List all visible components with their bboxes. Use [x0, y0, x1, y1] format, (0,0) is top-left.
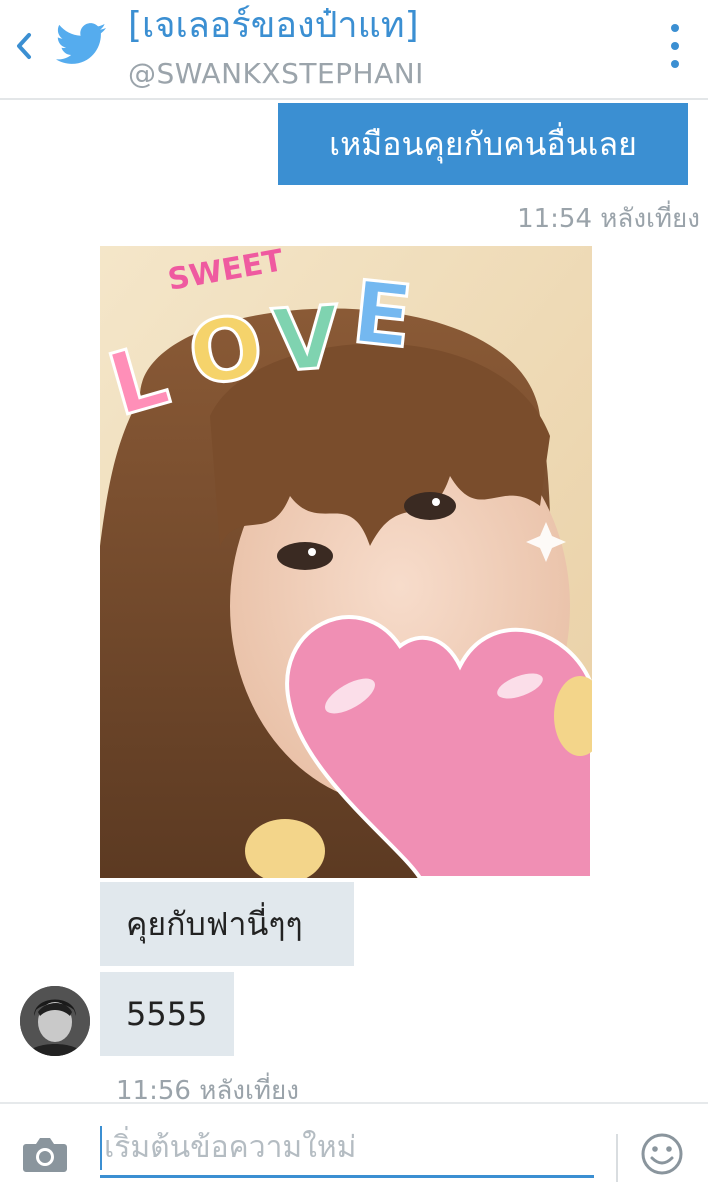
svg-text:E: E [348, 262, 417, 368]
emoji-button[interactable] [640, 1132, 684, 1176]
chevron-left-icon [17, 33, 31, 59]
smiley-icon [641, 1133, 683, 1175]
back-button[interactable] [8, 26, 40, 66]
menu-dot [671, 42, 679, 50]
conversation-handle: @SWANKXSTEPHANI [128, 57, 424, 90]
message-composer [0, 1102, 708, 1200]
selfie-photo: SWEET L O V E [100, 246, 592, 878]
received-message-text: 5555 [126, 995, 208, 1033]
received-message-text: คุยกับฟานี่ๆๆ [126, 904, 303, 943]
sent-message-text: เหมือนคุยกับคนอื่นเลย [329, 124, 637, 163]
sent-message-timestamp: 11:54 หลังเที่ยง [517, 198, 700, 239]
sent-time-value: 11:54 [517, 204, 592, 234]
received-message-bubble[interactable]: 5555 [100, 972, 234, 1056]
svg-text:V: V [269, 288, 343, 392]
photo-message[interactable]: SWEET L O V E [100, 246, 592, 878]
twitter-bird-icon[interactable] [55, 22, 108, 68]
camera-button[interactable] [22, 1134, 68, 1174]
avatar-image [20, 986, 90, 1056]
sender-avatar[interactable] [20, 986, 90, 1056]
message-input[interactable] [100, 1120, 594, 1178]
conversation-header: [เจเลอร์ของป๋าแท] @SWANKXSTEPHANI [0, 0, 708, 100]
more-menu-button[interactable] [660, 20, 690, 72]
menu-dot [671, 60, 679, 68]
text-caret [100, 1126, 102, 1170]
conversation-title: [เจเลอร์ของป๋าแท] [128, 5, 419, 46]
received-message-bubble[interactable]: คุยกับฟานี่ๆๆ [100, 882, 354, 966]
camera-icon [23, 1138, 67, 1172]
sent-message-bubble[interactable]: เหมือนคุยกับคนอื่นเลย [278, 103, 688, 185]
sent-time-period: หลังเที่ยง [600, 204, 700, 234]
more-vertical-icon [671, 24, 679, 32]
composer-divider [616, 1134, 618, 1182]
